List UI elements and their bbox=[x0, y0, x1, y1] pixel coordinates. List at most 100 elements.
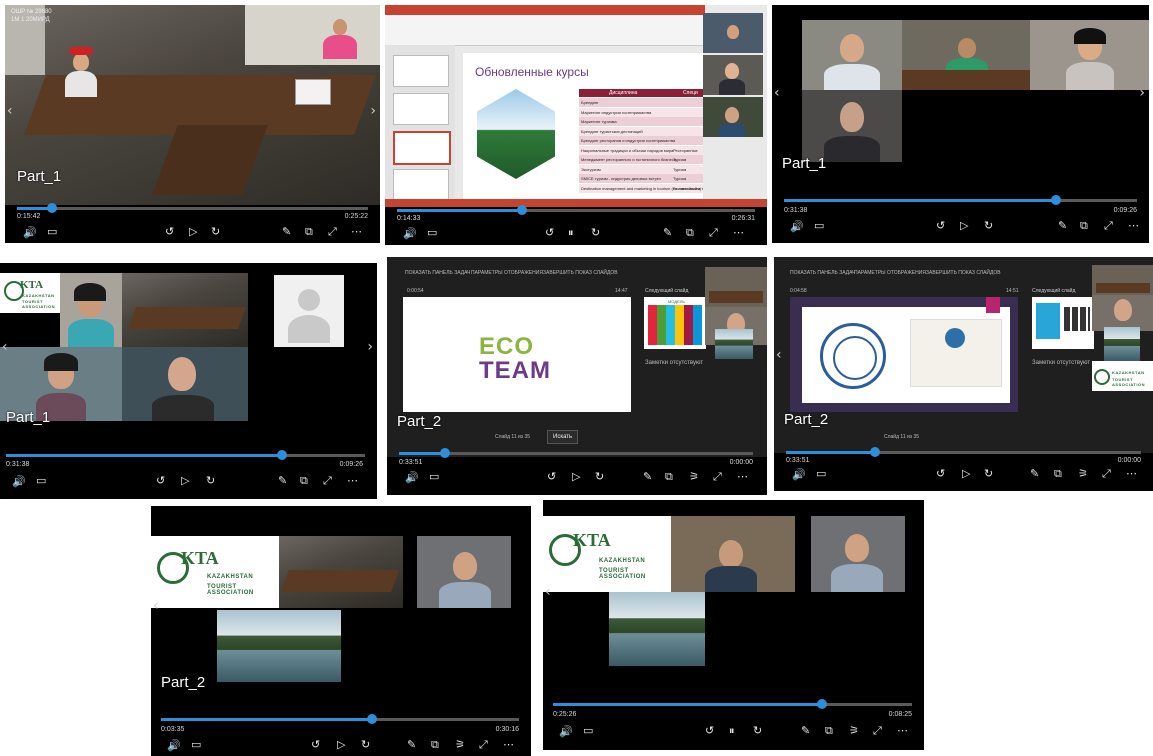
subtitles-icon[interactable]: ▭ bbox=[583, 725, 593, 737]
pen-icon[interactable]: ✎ bbox=[1030, 468, 1039, 480]
volume-icon[interactable]: 🔊 bbox=[790, 221, 804, 233]
previous-arrow[interactable]: ‹ bbox=[2, 339, 8, 355]
miniview-icon[interactable]: ⧉ bbox=[686, 227, 694, 239]
cast-icon[interactable]: ⚞ bbox=[689, 471, 699, 483]
miniview-icon[interactable]: ⧉ bbox=[300, 475, 308, 487]
presenter-toolbar-item[interactable]: ЗАВЕРШИТЬ ПОКАЗ СЛАЙДОВ bbox=[543, 270, 618, 276]
seek-thumb[interactable] bbox=[47, 203, 58, 213]
subtitles-icon[interactable]: ▭ bbox=[47, 226, 57, 238]
seek-thumb[interactable] bbox=[440, 448, 451, 458]
previous-arrow[interactable]: ‹ bbox=[7, 103, 13, 119]
rewind-icon[interactable]: ↺ bbox=[547, 471, 556, 483]
next-arrow[interactable]: › bbox=[1139, 85, 1145, 101]
fullscreen-icon[interactable]: ⤢ bbox=[713, 471, 722, 483]
volume-icon[interactable]: 🔊 bbox=[405, 472, 419, 484]
seek-bar[interactable] bbox=[786, 447, 1141, 457]
presenter-toolbar-item[interactable]: ПАРАМЕТРЫ ОТОБРАЖЕНИЯ bbox=[854, 270, 926, 276]
play-button[interactable]: ▷ bbox=[960, 220, 968, 232]
pause-button[interactable]: ⏸ bbox=[729, 725, 735, 737]
presenter-toolbar-item[interactable]: ПОКАЗАТЬ ПАНЕЛЬ ЗАДАЧ bbox=[405, 270, 470, 276]
seek-thumb[interactable] bbox=[517, 205, 528, 215]
more-icon[interactable]: ⋯ bbox=[737, 471, 748, 483]
fullscreen-icon[interactable]: ⤢ bbox=[328, 226, 337, 238]
pen-icon[interactable]: ✎ bbox=[663, 227, 672, 239]
pen-icon[interactable]: ✎ bbox=[278, 475, 287, 487]
rewind-icon[interactable]: ↺ bbox=[936, 468, 945, 480]
miniview-icon[interactable]: ⧉ bbox=[305, 226, 313, 238]
pen-icon[interactable]: ✎ bbox=[801, 725, 810, 737]
rewind-icon[interactable]: ↺ bbox=[545, 227, 554, 239]
forward-icon[interactable]: ↻ bbox=[211, 226, 220, 238]
forward-icon[interactable]: ↻ bbox=[984, 220, 993, 232]
rewind-icon[interactable]: ↺ bbox=[311, 739, 320, 751]
miniview-icon[interactable]: ⧉ bbox=[1080, 220, 1088, 232]
miniview-icon[interactable]: ⧉ bbox=[665, 471, 673, 483]
play-button[interactable]: ▷ bbox=[189, 226, 197, 238]
next-arrow[interactable]: › bbox=[367, 339, 373, 355]
previous-arrow[interactable]: ‹ bbox=[776, 347, 782, 363]
rewind-icon[interactable]: ↺ bbox=[705, 725, 714, 737]
cast-icon[interactable]: ⚞ bbox=[455, 739, 465, 751]
more-icon[interactable]: ⋯ bbox=[733, 227, 744, 239]
previous-arrow[interactable]: ‹ bbox=[774, 85, 780, 101]
volume-icon[interactable]: 🔊 bbox=[23, 227, 37, 239]
volume-icon[interactable]: 🔊 bbox=[403, 228, 417, 240]
forward-icon[interactable]: ↻ bbox=[984, 468, 993, 480]
play-button[interactable]: ▷ bbox=[572, 471, 580, 483]
seek-bar[interactable] bbox=[553, 699, 912, 709]
volume-icon[interactable]: 🔊 bbox=[167, 740, 181, 752]
play-button[interactable]: ▷ bbox=[337, 739, 345, 751]
seek-thumb[interactable] bbox=[1050, 195, 1061, 205]
previous-arrow[interactable]: ‹ bbox=[545, 584, 551, 600]
next-arrow[interactable]: › bbox=[370, 103, 376, 119]
rewind-icon[interactable]: ↺ bbox=[165, 226, 174, 238]
volume-icon[interactable]: 🔊 bbox=[792, 469, 806, 481]
more-icon[interactable]: ⋯ bbox=[1126, 468, 1137, 480]
pen-icon[interactable]: ✎ bbox=[282, 226, 291, 238]
presenter-toolbar-item[interactable]: ПАРАМЕТРЫ ОТОБРАЖЕНИЯ bbox=[471, 270, 543, 276]
more-icon[interactable]: ⋯ bbox=[897, 725, 908, 737]
fullscreen-icon[interactable]: ⤢ bbox=[1104, 220, 1113, 232]
play-button[interactable]: ▷ bbox=[181, 475, 189, 487]
forward-icon[interactable]: ↻ bbox=[361, 739, 370, 751]
subtitles-icon[interactable]: ▭ bbox=[36, 475, 46, 487]
forward-icon[interactable]: ↻ bbox=[591, 227, 600, 239]
cast-icon[interactable]: ⚞ bbox=[849, 725, 859, 737]
more-icon[interactable]: ⋯ bbox=[351, 226, 362, 238]
miniview-icon[interactable]: ⧉ bbox=[1054, 468, 1062, 480]
pause-button[interactable]: ⏸ bbox=[568, 227, 574, 239]
seek-thumb[interactable] bbox=[869, 447, 880, 457]
subtitles-icon[interactable]: ▭ bbox=[814, 220, 824, 232]
subtitles-icon[interactable]: ▭ bbox=[816, 468, 826, 480]
more-icon[interactable]: ⋯ bbox=[347, 475, 358, 487]
seek-bar[interactable] bbox=[161, 714, 519, 724]
subtitles-icon[interactable]: ▭ bbox=[429, 471, 439, 483]
seek-thumb[interactable] bbox=[367, 714, 378, 724]
rewind-icon[interactable]: ↺ bbox=[936, 220, 945, 232]
more-icon[interactable]: ⋯ bbox=[1128, 220, 1139, 232]
seek-thumb[interactable] bbox=[817, 699, 828, 709]
fullscreen-icon[interactable]: ⤢ bbox=[323, 475, 332, 487]
seek-bar[interactable] bbox=[397, 205, 755, 215]
pen-icon[interactable]: ✎ bbox=[643, 471, 652, 483]
seek-bar[interactable] bbox=[399, 448, 753, 458]
forward-icon[interactable]: ↻ bbox=[206, 475, 215, 487]
volume-icon[interactable]: 🔊 bbox=[12, 476, 26, 488]
volume-icon[interactable]: 🔊 bbox=[559, 726, 573, 738]
play-button[interactable]: ▷ bbox=[962, 468, 970, 480]
seek-bar[interactable] bbox=[784, 195, 1137, 205]
miniview-icon[interactable]: ⧉ bbox=[431, 739, 439, 751]
pen-icon[interactable]: ✎ bbox=[407, 739, 416, 751]
presenter-toolbar-item[interactable]: ПОКАЗАТЬ ПАНЕЛЬ ЗАДАЧ bbox=[790, 270, 855, 276]
seek-bar[interactable] bbox=[6, 450, 365, 460]
fullscreen-icon[interactable]: ⤢ bbox=[873, 725, 882, 737]
miniview-icon[interactable]: ⧉ bbox=[825, 725, 833, 737]
pen-icon[interactable]: ✎ bbox=[1058, 220, 1067, 232]
fullscreen-icon[interactable]: ⤢ bbox=[709, 227, 718, 239]
previous-arrow[interactable]: ‹ bbox=[153, 598, 159, 614]
forward-icon[interactable]: ↻ bbox=[753, 725, 762, 737]
more-icon[interactable]: ⋯ bbox=[503, 739, 514, 751]
seek-bar[interactable] bbox=[17, 203, 368, 213]
subtitles-icon[interactable]: ▭ bbox=[191, 739, 201, 751]
fullscreen-icon[interactable]: ⤢ bbox=[479, 739, 488, 751]
